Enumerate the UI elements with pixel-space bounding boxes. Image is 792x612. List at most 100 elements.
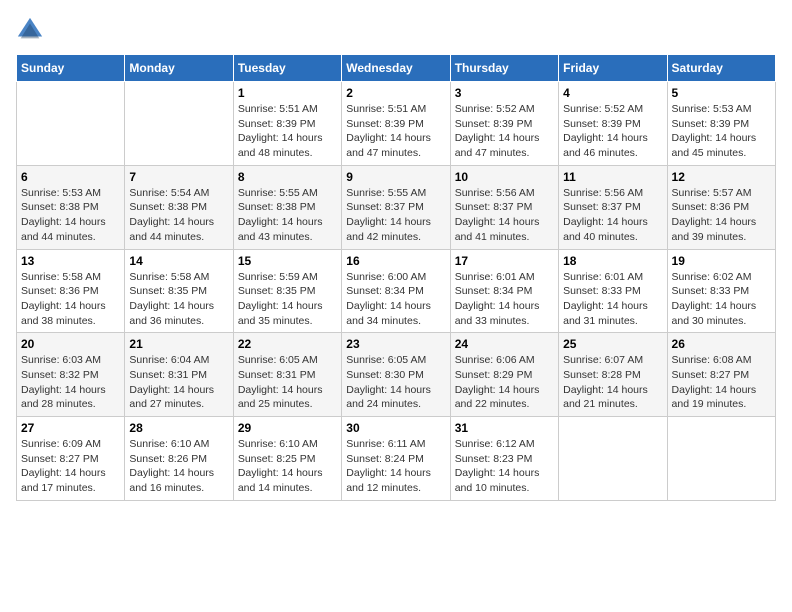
calendar-cell: 21 Sunrise: 6:04 AMSunset: 8:31 PMDayligh…: [125, 333, 233, 417]
day-number: 29: [238, 421, 337, 435]
day-info: Sunrise: 6:03 AMSunset: 8:32 PMDaylight:…: [21, 353, 120, 412]
day-info: Sunrise: 5:56 AMSunset: 8:37 PMDaylight:…: [455, 186, 554, 245]
calendar-cell: 22Sunrise: 6:05 AMSunset: 8:31 PMDayligh…: [233, 333, 341, 417]
day-info: Sunrise: 5:53 AMSunset: 8:39 PMDaylight:…: [672, 102, 771, 161]
weekday-header: Wednesday: [342, 55, 450, 82]
day-number: 21: [129, 337, 228, 351]
calendar-cell: 24 Sunrise: 6:06 AMSunset: 8:29 PMDayligh…: [450, 333, 558, 417]
day-number: 5: [672, 86, 771, 100]
day-info: Sunrise: 6:02 AMSunset: 8:33 PMDaylight:…: [672, 270, 771, 329]
day-info: Sunrise: 6:10 AMSunset: 8:26 PMDaylight:…: [129, 437, 228, 496]
day-info: Sunrise: 5:57 AMSunset: 8:36 PMDaylight:…: [672, 186, 771, 245]
day-number: 25: [563, 337, 662, 351]
calendar-week-row: 27 Sunrise: 6:09 AMSunset: 8:27 PMDayligh…: [17, 417, 776, 501]
calendar-cell: 26 Sunrise: 6:08 AMSunset: 8:27 PMDayligh…: [667, 333, 775, 417]
day-number: 11: [563, 170, 662, 184]
page-header: [16, 16, 776, 44]
day-info: Sunrise: 6:01 AMSunset: 8:34 PMDaylight:…: [455, 270, 554, 329]
day-number: 14: [129, 254, 228, 268]
calendar-cell: 10Sunrise: 5:56 AMSunset: 8:37 PMDayligh…: [450, 165, 558, 249]
calendar-cell: 25 Sunrise: 6:07 AMSunset: 8:28 PMDayligh…: [559, 333, 667, 417]
day-info: Sunrise: 5:55 AMSunset: 8:38 PMDaylight:…: [238, 186, 337, 245]
day-number: 20: [21, 337, 120, 351]
day-number: 17: [455, 254, 554, 268]
day-number: 15: [238, 254, 337, 268]
day-info: Sunrise: 6:05 AMSunset: 8:30 PMDaylight:…: [346, 353, 445, 412]
calendar-table: SundayMondayTuesdayWednesdayThursdayFrid…: [16, 54, 776, 501]
day-info: Sunrise: 6:07 AMSunset: 8:28 PMDaylight:…: [563, 353, 662, 412]
calendar-cell: 11 Sunrise: 5:56 AMSunset: 8:37 PMDayligh…: [559, 165, 667, 249]
calendar-cell: [125, 82, 233, 166]
day-number: 30: [346, 421, 445, 435]
calendar-cell: 19 Sunrise: 6:02 AMSunset: 8:33 PMDayligh…: [667, 249, 775, 333]
day-number: 31: [455, 421, 554, 435]
day-number: 2: [346, 86, 445, 100]
day-number: 27: [21, 421, 120, 435]
calendar-cell: 16 Sunrise: 6:00 AMSunset: 8:34 PMDayligh…: [342, 249, 450, 333]
day-info: Sunrise: 6:10 AMSunset: 8:25 PMDaylight:…: [238, 437, 337, 496]
day-info: Sunrise: 6:11 AMSunset: 8:24 PMDaylight:…: [346, 437, 445, 496]
calendar-cell: 17 Sunrise: 6:01 AMSunset: 8:34 PMDayligh…: [450, 249, 558, 333]
calendar-cell: 14 Sunrise: 5:58 AMSunset: 8:35 PMDayligh…: [125, 249, 233, 333]
day-number: 12: [672, 170, 771, 184]
calendar-cell: 27 Sunrise: 6:09 AMSunset: 8:27 PMDayligh…: [17, 417, 125, 501]
day-number: 1: [238, 86, 337, 100]
day-info: Sunrise: 6:09 AMSunset: 8:27 PMDaylight:…: [21, 437, 120, 496]
day-info: Sunrise: 5:58 AMSunset: 8:35 PMDaylight:…: [129, 270, 228, 329]
day-number: 16: [346, 254, 445, 268]
logo: [16, 16, 48, 44]
day-number: 22: [238, 337, 337, 351]
day-number: 18: [563, 254, 662, 268]
calendar-cell: [667, 417, 775, 501]
calendar-cell: 6 Sunrise: 5:53 AMSunset: 8:38 PMDaylight…: [17, 165, 125, 249]
calendar-week-row: 6 Sunrise: 5:53 AMSunset: 8:38 PMDaylight…: [17, 165, 776, 249]
day-info: Sunrise: 5:52 AMSunset: 8:39 PMDaylight:…: [563, 102, 662, 161]
day-info: Sunrise: 6:00 AMSunset: 8:34 PMDaylight:…: [346, 270, 445, 329]
calendar-cell: 31 Sunrise: 6:12 AMSunset: 8:23 PMDayligh…: [450, 417, 558, 501]
calendar-cell: 18 Sunrise: 6:01 AMSunset: 8:33 PMDayligh…: [559, 249, 667, 333]
logo-icon: [16, 16, 44, 44]
day-info: Sunrise: 6:06 AMSunset: 8:29 PMDaylight:…: [455, 353, 554, 412]
calendar-cell: 7 Sunrise: 5:54 AMSunset: 8:38 PMDaylight…: [125, 165, 233, 249]
calendar-cell: 13Sunrise: 5:58 AMSunset: 8:36 PMDayligh…: [17, 249, 125, 333]
calendar-cell: 20 Sunrise: 6:03 AMSunset: 8:32 PMDayligh…: [17, 333, 125, 417]
day-number: 23: [346, 337, 445, 351]
day-info: Sunrise: 5:52 AMSunset: 8:39 PMDaylight:…: [455, 102, 554, 161]
calendar-cell: [559, 417, 667, 501]
day-number: 24: [455, 337, 554, 351]
day-number: 28: [129, 421, 228, 435]
weekday-header: Tuesday: [233, 55, 341, 82]
calendar-cell: 1 Sunrise: 5:51 AMSunset: 8:39 PMDaylight…: [233, 82, 341, 166]
day-number: 9: [346, 170, 445, 184]
day-info: Sunrise: 5:59 AMSunset: 8:35 PMDaylight:…: [238, 270, 337, 329]
day-number: 8: [238, 170, 337, 184]
day-info: Sunrise: 6:12 AMSunset: 8:23 PMDaylight:…: [455, 437, 554, 496]
weekday-header: Thursday: [450, 55, 558, 82]
day-info: Sunrise: 5:56 AMSunset: 8:37 PMDaylight:…: [563, 186, 662, 245]
calendar-cell: 23 Sunrise: 6:05 AMSunset: 8:30 PMDayligh…: [342, 333, 450, 417]
calendar-cell: 15 Sunrise: 5:59 AMSunset: 8:35 PMDayligh…: [233, 249, 341, 333]
calendar-cell: 9 Sunrise: 5:55 AMSunset: 8:37 PMDaylight…: [342, 165, 450, 249]
day-info: Sunrise: 6:04 AMSunset: 8:31 PMDaylight:…: [129, 353, 228, 412]
day-number: 19: [672, 254, 771, 268]
weekday-header: Saturday: [667, 55, 775, 82]
day-info: Sunrise: 5:53 AMSunset: 8:38 PMDaylight:…: [21, 186, 120, 245]
day-info: Sunrise: 6:01 AMSunset: 8:33 PMDaylight:…: [563, 270, 662, 329]
calendar-cell: 30 Sunrise: 6:11 AMSunset: 8:24 PMDayligh…: [342, 417, 450, 501]
day-info: Sunrise: 5:51 AMSunset: 8:39 PMDaylight:…: [238, 102, 337, 161]
calendar-cell: 8 Sunrise: 5:55 AMSunset: 8:38 PMDaylight…: [233, 165, 341, 249]
calendar-cell: 2Sunrise: 5:51 AMSunset: 8:39 PMDaylight…: [342, 82, 450, 166]
calendar-week-row: 20 Sunrise: 6:03 AMSunset: 8:32 PMDayligh…: [17, 333, 776, 417]
calendar-cell: 5 Sunrise: 5:53 AMSunset: 8:39 PMDaylight…: [667, 82, 775, 166]
day-info: Sunrise: 6:08 AMSunset: 8:27 PMDaylight:…: [672, 353, 771, 412]
calendar-week-row: 13Sunrise: 5:58 AMSunset: 8:36 PMDayligh…: [17, 249, 776, 333]
calendar-cell: 28 Sunrise: 6:10 AMSunset: 8:26 PMDayligh…: [125, 417, 233, 501]
calendar-header-row: SundayMondayTuesdayWednesdayThursdayFrid…: [17, 55, 776, 82]
day-number: 6: [21, 170, 120, 184]
day-number: 7: [129, 170, 228, 184]
day-number: 26: [672, 337, 771, 351]
day-info: Sunrise: 5:55 AMSunset: 8:37 PMDaylight:…: [346, 186, 445, 245]
calendar-cell: 29 Sunrise: 6:10 AMSunset: 8:25 PMDayligh…: [233, 417, 341, 501]
day-info: Sunrise: 5:54 AMSunset: 8:38 PMDaylight:…: [129, 186, 228, 245]
weekday-header: Sunday: [17, 55, 125, 82]
